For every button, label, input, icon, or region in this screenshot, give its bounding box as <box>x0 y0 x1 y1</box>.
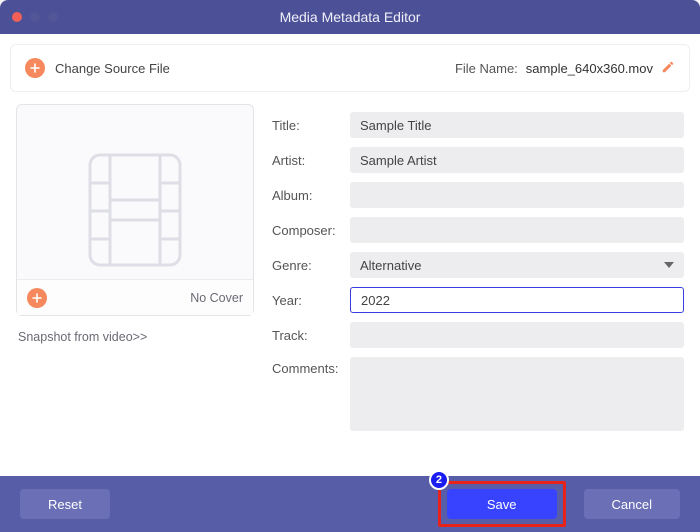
artist-input[interactable] <box>350 147 684 173</box>
year-row: Year: <box>272 287 684 313</box>
track-row: Track: <box>272 322 684 348</box>
comments-label: Comments: <box>272 357 350 376</box>
filename-value: sample_640x360.mov <box>526 61 653 76</box>
footer-right-group: 2 Save Cancel <box>438 481 680 527</box>
artist-row: Artist: <box>272 147 684 173</box>
change-source-button[interactable]: Change Source File <box>25 58 170 78</box>
genre-row: Genre: Alternative <box>272 252 684 278</box>
year-input[interactable] <box>350 287 684 313</box>
titlebar: Media Metadata Editor <box>0 0 700 34</box>
genre-label: Genre: <box>272 258 350 273</box>
composer-row: Composer: <box>272 217 684 243</box>
step-badge: 2 <box>429 470 449 490</box>
comments-row: Comments: <box>272 357 684 431</box>
save-button[interactable]: Save <box>447 489 557 519</box>
album-label: Album: <box>272 188 350 203</box>
filename-label: File Name: <box>455 61 518 76</box>
comments-input[interactable] <box>350 357 684 431</box>
cover-column: No Cover Snapshot from video>> <box>16 104 254 440</box>
cover-bottom-bar: No Cover <box>17 279 253 315</box>
artist-label: Artist: <box>272 153 350 168</box>
track-label: Track: <box>272 328 350 343</box>
title-input[interactable] <box>350 112 684 138</box>
filename-block: File Name: sample_640x360.mov <box>455 60 675 77</box>
year-label: Year: <box>272 293 350 308</box>
window: Media Metadata Editor Change Source File… <box>0 0 700 532</box>
title-row: Title: <box>272 112 684 138</box>
track-input[interactable] <box>350 322 684 348</box>
window-title: Media Metadata Editor <box>0 9 700 25</box>
genre-select[interactable]: Alternative <box>350 252 684 278</box>
reset-button[interactable]: Reset <box>20 489 110 519</box>
film-placeholder-icon <box>80 145 190 275</box>
add-cover-button[interactable] <box>27 288 47 308</box>
composer-input[interactable] <box>350 217 684 243</box>
chevron-down-icon <box>664 262 674 268</box>
composer-label: Composer: <box>272 223 350 238</box>
genre-value: Alternative <box>360 258 421 273</box>
album-input[interactable] <box>350 182 684 208</box>
title-label: Title: <box>272 118 350 133</box>
cover-preview: No Cover <box>16 104 254 316</box>
change-source-label: Change Source File <box>55 61 170 76</box>
snapshot-from-video-link[interactable]: Snapshot from video>> <box>16 330 254 344</box>
album-row: Album: <box>272 182 684 208</box>
save-highlight-box: 2 Save <box>438 481 566 527</box>
main-area: No Cover Snapshot from video>> Title: Ar… <box>10 104 690 440</box>
form-column: Title: Artist: Album: Composer: Genre: <box>272 104 684 440</box>
no-cover-label: No Cover <box>190 291 243 305</box>
footer-bar: Reset 2 Save Cancel <box>0 476 700 532</box>
cancel-button[interactable]: Cancel <box>584 489 680 519</box>
plus-icon <box>25 58 45 78</box>
content-area: Change Source File File Name: sample_640… <box>0 34 700 440</box>
header-bar: Change Source File File Name: sample_640… <box>10 44 690 92</box>
edit-filename-icon[interactable] <box>661 60 675 77</box>
